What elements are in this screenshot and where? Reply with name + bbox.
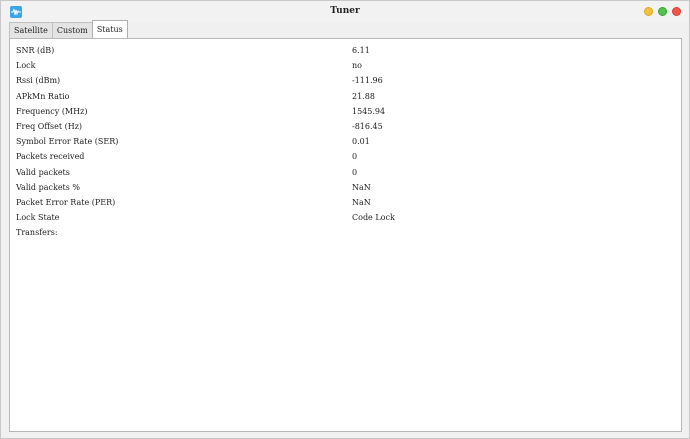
status-value: no	[352, 61, 362, 71]
tab-status[interactable]: Status	[91, 20, 128, 38]
status-label: Symbol Error Rate (SER)	[16, 137, 119, 147]
status-row-valid-packets: Valid packets 0	[16, 165, 675, 180]
status-row-lock-state: Lock State Code Lock	[16, 210, 675, 225]
status-row-packets-received: Packets received 0	[16, 149, 675, 164]
status-row-transfers: Transfers:	[16, 225, 675, 240]
status-label: Packets received	[16, 152, 85, 162]
status-value: -111.96	[352, 76, 383, 86]
status-row-frequency: Frequency (MHz) 1545.94	[16, 104, 675, 119]
close-button[interactable]	[672, 7, 681, 16]
status-row-per: Packet Error Rate (PER) NaN	[16, 195, 675, 210]
status-row-ser: Symbol Error Rate (SER) 0.01	[16, 134, 675, 149]
status-value: -816.45	[352, 121, 383, 131]
window-controls	[644, 7, 681, 16]
status-label: SNR (dB)	[16, 46, 55, 55]
status-label: Frequency (MHz)	[16, 106, 88, 116]
status-value: Code Lock	[352, 213, 395, 223]
status-panel: SNR (dB) 6.11 Lock no Rssi (dBm) -111.96…	[9, 38, 682, 432]
status-value: NaN	[352, 197, 371, 207]
status-list: SNR (dB) 6.11 Lock no Rssi (dBm) -111.96…	[16, 43, 675, 240]
status-label: Lock	[16, 61, 36, 71]
tab-custom[interactable]: Custom	[51, 22, 93, 38]
status-value: 1545.94	[352, 106, 386, 116]
tab-bar: Satellite Custom Status	[9, 20, 689, 38]
tab-satellite[interactable]: Satellite	[9, 22, 53, 38]
status-label: Lock State	[16, 213, 60, 223]
status-label: Rssi (dBm)	[16, 76, 61, 86]
status-label: Transfers:	[16, 228, 58, 238]
status-row-apkmn-ratio: APkMn Ratio 21.88	[16, 89, 675, 104]
status-row-lock: Lock no	[16, 58, 675, 73]
status-value: NaN	[352, 182, 371, 192]
status-value: 0	[352, 167, 358, 177]
minimize-button[interactable]	[644, 7, 653, 16]
status-label: Freq Offset (Hz)	[16, 121, 83, 131]
status-value: 0.01	[352, 137, 370, 147]
window-title: Tuner	[330, 6, 360, 16]
status-label: APkMn Ratio	[16, 91, 70, 101]
status-label: Packet Error Rate (PER)	[16, 197, 116, 207]
status-label: Valid packets %	[16, 182, 81, 192]
status-row-valid-packets-percent: Valid packets % NaN	[16, 180, 675, 195]
status-row-freq-offset: Freq Offset (Hz) -816.45	[16, 119, 675, 134]
status-row-snr: SNR (dB) 6.11	[16, 43, 675, 58]
tuner-window: Tuner Satellite Custom Status SNR (dB) 6…	[0, 0, 690, 439]
status-value: 0	[352, 152, 358, 162]
maximize-button[interactable]	[658, 7, 667, 16]
status-label: Valid packets	[16, 167, 70, 177]
status-value: 21.88	[352, 91, 375, 101]
status-value: 6.11	[352, 46, 370, 55]
status-row-rssi: Rssi (dBm) -111.96	[16, 73, 675, 88]
